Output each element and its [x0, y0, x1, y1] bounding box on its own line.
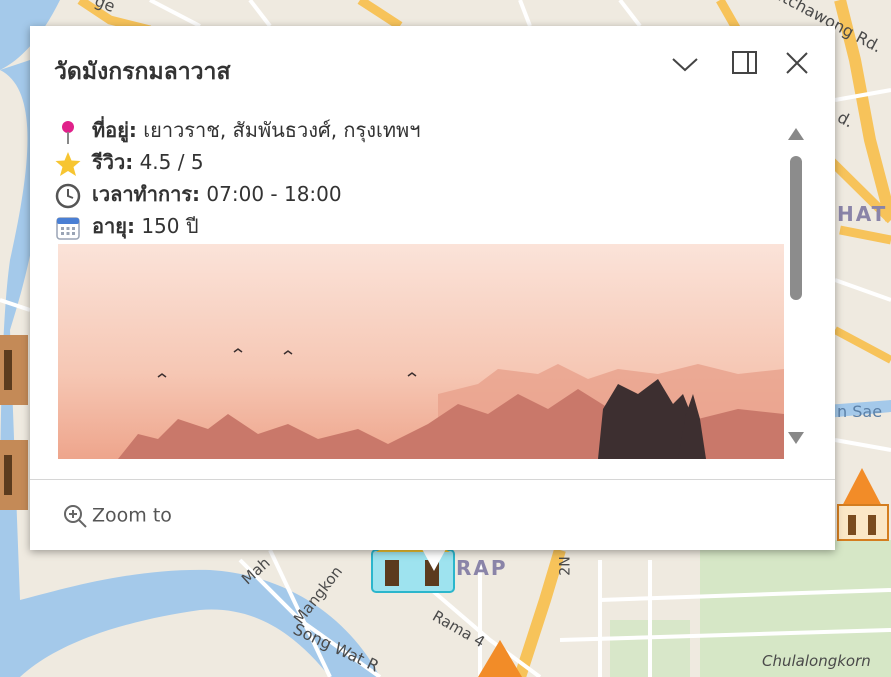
place-photo — [58, 244, 784, 459]
star-icon — [55, 151, 81, 176]
field-hours: เวลาทำการ: 07:00 - 18:00 — [54, 178, 784, 210]
scroll-thumb — [790, 156, 802, 300]
footer-divider — [30, 479, 835, 480]
close-button[interactable] — [782, 48, 812, 78]
close-icon — [786, 52, 808, 74]
popup-pointer — [422, 549, 446, 571]
field-value: 150 ปี — [141, 214, 199, 238]
field-label: เวลาทำการ: — [92, 182, 201, 206]
popup-panel: วัดมังกรกมลาวาส ที่อยู่: เยาวราช, สัมพัน… — [30, 26, 835, 550]
map-label: HAT — [837, 202, 888, 226]
scroll-up-arrow-icon — [788, 128, 804, 140]
scrollbar[interactable] — [787, 126, 805, 448]
popup-title: วัดมังกรกมลาวาส — [54, 59, 231, 85]
clock-icon — [55, 183, 81, 208]
field-label: ที่อยู่: — [92, 118, 137, 142]
map-label: RAP — [456, 556, 508, 580]
pin-icon — [62, 120, 74, 144]
dock-panel-icon — [732, 51, 757, 74]
zoom-in-icon — [64, 505, 87, 528]
calendar-icon — [56, 216, 80, 240]
collapse-button[interactable] — [670, 48, 700, 78]
field-review: รีวิว: 4.5 / 5 — [54, 146, 784, 178]
popup-content[interactable]: ที่อยู่: เยาวราช, สัมพันธวงศ์, กรุงเทพฯ … — [54, 114, 784, 459]
map-label: 2N — [557, 556, 574, 576]
field-age: อายุ: 150 ปี — [54, 210, 784, 242]
field-label: รีวิว: — [92, 150, 134, 174]
map-label: n Sae — [837, 402, 883, 421]
field-value: เยาวราช, สัมพันธวงศ์, กรุงเทพฯ — [143, 118, 421, 142]
dock-button[interactable] — [730, 48, 760, 78]
scroll-down-arrow-icon — [788, 432, 804, 444]
chevron-down-icon — [672, 58, 698, 72]
field-label: อายุ: — [92, 214, 135, 238]
field-address: ที่อยู่: เยาวราช, สัมพันธวงศ์, กรุงเทพฯ — [54, 114, 784, 146]
zoom-to-button[interactable]: Zoom to — [62, 503, 172, 529]
map-label: Chulalongkorn — [762, 652, 871, 670]
zoom-to-label: Zoom to — [92, 504, 172, 527]
field-value: 4.5 / 5 — [139, 150, 204, 174]
field-value: 07:00 - 18:00 — [206, 182, 342, 206]
